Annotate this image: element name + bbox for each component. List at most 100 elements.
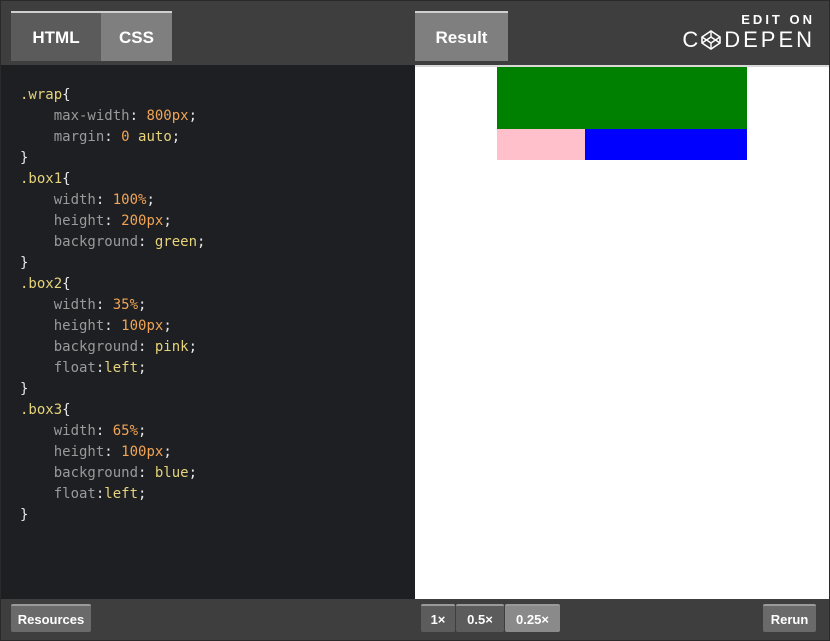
footer-bar: Resources 1× 0.5× 0.25× Rerun [1,599,829,640]
code-token: } [20,150,29,166]
code-token: width [20,297,96,313]
code-token: : [104,129,122,145]
code-token: height [20,213,105,229]
code-token: } [20,381,29,397]
zoom-0-5x-button[interactable]: 0.5× [456,604,504,632]
code-line: background: blue; [20,463,415,484]
code-token: float [20,486,96,502]
code-token: 65% [112,423,139,439]
code-token: 100% [112,192,147,208]
code-token: ; [197,234,206,250]
code-token: green [154,234,198,250]
code-token: } [20,255,29,271]
code-token: height [20,444,105,460]
codepen-wordmark: DEPEN [724,27,815,52]
code-token: 100px [121,318,164,334]
code-token: } [20,507,29,523]
code-line: height: 100px; [20,442,415,463]
code-token: ; [138,423,147,439]
code-token: ; [171,129,181,145]
code-token: ; [138,486,147,502]
code-token: 0 [121,129,130,145]
code-token: : [104,213,122,229]
code-token: height [20,318,105,334]
edit-on-label: EDIT ON [741,12,815,27]
code-token: { [62,402,71,418]
code-token: ; [163,444,172,460]
code-token: .box1 [20,171,63,187]
code-line: max-width: 800px; [20,106,415,127]
code-token: { [62,171,71,187]
codepen-embed: HTML CSS Result EDIT ON C DEPEN .wrap{ m… [0,0,830,641]
code-token: width [20,192,96,208]
code-token: ; [188,465,198,481]
code-token: left [104,486,139,502]
code-line: .box2{ [20,274,415,295]
tab-css[interactable]: CSS [101,11,172,61]
box1-green [497,67,747,129]
box2-pink [497,129,585,160]
code-token: ; [146,192,155,208]
code-token: ; [188,339,198,355]
code-token: : [129,108,147,124]
code-line: background: green; [20,232,415,253]
code-token: ; [163,213,172,229]
code-token: : [95,297,113,313]
code-token: ; [138,360,147,376]
code-token: pink [154,339,189,355]
code-line: background: pink; [20,337,415,358]
code-token: background [20,234,139,250]
header-bar: HTML CSS Result EDIT ON C DEPEN [1,1,829,65]
code-token: : [104,318,122,334]
result-preview [415,65,829,599]
code-line: .box3{ [20,400,415,421]
code-token: margin [20,129,105,145]
code-token: 35% [112,297,139,313]
rerun-button[interactable]: Rerun [763,604,816,632]
edit-on-codepen-link[interactable]: EDIT ON C DEPEN [682,13,815,53]
code-token: .box3 [20,402,63,418]
box3-blue [584,129,747,160]
codepen-cube-icon [701,30,722,50]
code-token: .wrap [20,87,63,103]
code-token: : [138,339,155,355]
code-token: ; [163,318,172,334]
zoom-0-25x-button[interactable]: 0.25× [505,604,560,632]
code-token: ; [188,108,198,124]
code-line: width: 35%; [20,295,415,316]
css-code-editor[interactable]: .wrap{ max-width: 800px; margin: 0 auto;… [1,65,415,599]
tab-result[interactable]: Result [415,11,508,61]
code-token: .box2 [20,276,63,292]
code-token: 200px [121,213,164,229]
code-line: } [20,505,415,526]
code-line: .box1{ [20,169,415,190]
code-token: 800px [146,108,189,124]
code-line: .wrap{ [20,85,415,106]
tab-html[interactable]: HTML [11,11,101,61]
code-token: float [20,360,96,376]
code-token: : [95,423,113,439]
code-token: width [20,423,96,439]
code-token: : [138,234,155,250]
wrap-container [497,67,747,160]
code-line: } [20,379,415,400]
code-line: } [20,148,415,169]
code-token: auto [138,129,172,145]
resources-button[interactable]: Resources [11,604,91,632]
code-line: } [20,253,415,274]
code-token: { [62,276,71,292]
code-line: height: 100px; [20,316,415,337]
code-line: width: 65%; [20,421,415,442]
codepen-logo: C DEPEN [682,27,815,52]
code-token: ; [138,297,147,313]
code-token: : [138,465,155,481]
code-line: float:left; [20,484,415,505]
code-line: width: 100%; [20,190,415,211]
zoom-1x-button[interactable]: 1× [421,604,455,632]
code-token: : [95,192,113,208]
code-line: margin: 0 auto; [20,127,415,148]
code-token: background [20,465,139,481]
code-token: background [20,339,139,355]
code-token: { [62,87,71,103]
